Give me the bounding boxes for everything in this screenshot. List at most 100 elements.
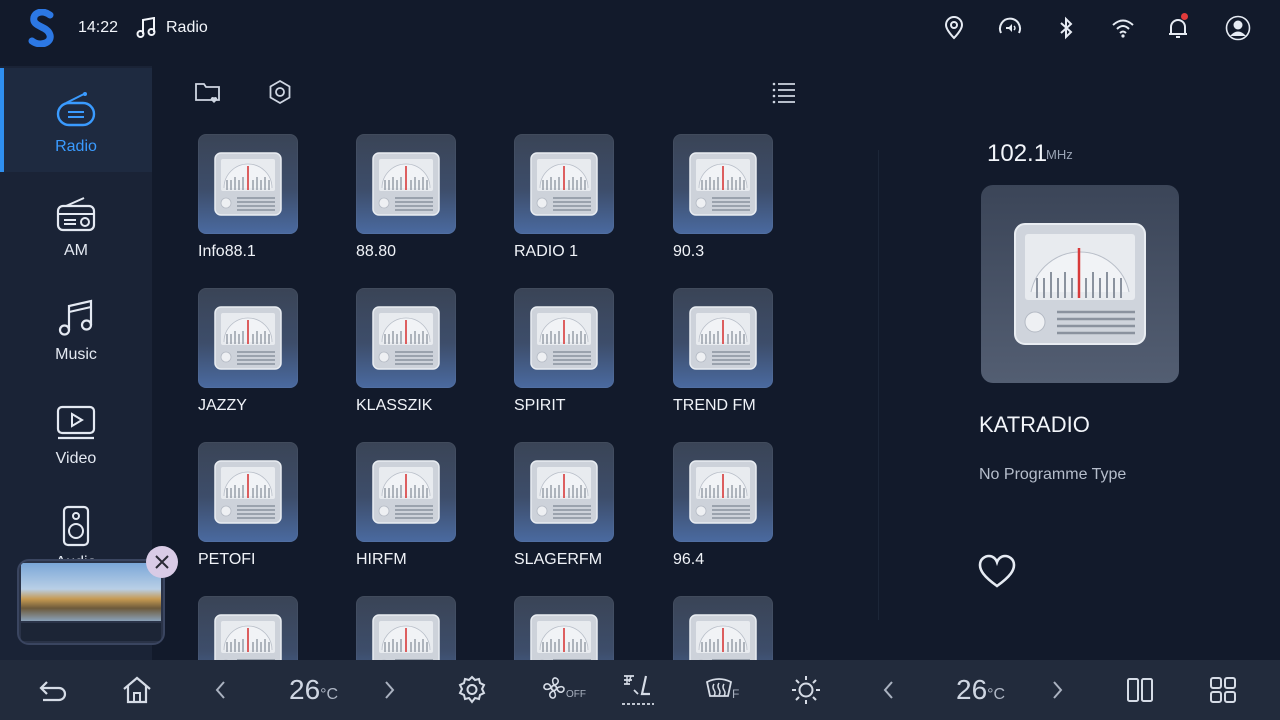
station-artwork [514, 596, 614, 660]
radio-dial-icon [372, 306, 440, 370]
favorite-heart-icon[interactable] [978, 554, 1016, 590]
favorites-folder-icon[interactable] [194, 78, 222, 106]
left-temp-down-chevron-icon[interactable] [211, 678, 231, 702]
sidebar-item-radio[interactable]: Radio [0, 68, 152, 172]
fan-off-button[interactable]: OFF [540, 674, 586, 706]
radio-dial-icon [689, 614, 757, 660]
station-artwork [198, 596, 298, 660]
radio-dial-icon [689, 460, 757, 524]
station-tile[interactable]: 96.4 [673, 442, 777, 569]
right-temp-up-chevron-icon[interactable] [1047, 678, 1067, 702]
bottom-bar: 26°C OFF F 26°C [0, 660, 1280, 720]
fan-icon [543, 677, 565, 699]
station-tile[interactable]: SLAGERFM [514, 442, 618, 569]
station-name: KLASSZIK [356, 397, 433, 414]
right-temp-down-chevron-icon[interactable] [879, 678, 899, 702]
close-icon [155, 555, 169, 569]
preview-thumbnail [21, 563, 161, 621]
app-grid-icon[interactable] [1207, 674, 1239, 706]
sidebar-item-am[interactable]: AM [0, 172, 152, 276]
station-tile[interactable]: SPIRIT [514, 288, 618, 415]
radio-dial-icon [530, 614, 598, 660]
station-name: SLAGERFM [514, 551, 603, 568]
radio-dial-icon [530, 460, 598, 524]
sidebar-item-label: AM [64, 242, 88, 259]
station-name: JAZZY [198, 397, 247, 414]
now-playing-artwork [981, 185, 1179, 383]
radio-dial-icon [214, 306, 282, 370]
frequency-unit: MHz [1046, 147, 1073, 162]
video-icon [56, 405, 96, 440]
station-tile[interactable]: PETOFI [198, 442, 302, 569]
clock: 14:22 [78, 19, 119, 36]
station-tile[interactable]: RADIO 1 [514, 134, 618, 261]
speed-volume-icon[interactable] [997, 15, 1023, 41]
notification-bell-icon[interactable] [1165, 15, 1191, 41]
list-view-icon[interactable] [770, 78, 798, 106]
settings-hexagon-icon[interactable] [266, 78, 294, 106]
radio-dial-icon [214, 152, 282, 216]
radio-dial-icon [372, 460, 440, 524]
station-artwork [356, 596, 456, 660]
home-icon[interactable] [121, 674, 153, 706]
station-name: SPIRIT [514, 397, 566, 414]
radio-dial-icon [689, 306, 757, 370]
programme-type: No Programme Type [979, 466, 1127, 483]
station-name: PETOFI [198, 551, 256, 568]
split-screen-icon[interactable] [1124, 674, 1156, 706]
station-tile[interactable]: HIRFM [356, 442, 460, 569]
preview-dock [21, 623, 161, 641]
defrost-label: F [732, 687, 740, 701]
radio-dial-icon [530, 152, 598, 216]
floating-preview-window[interactable] [17, 559, 165, 645]
sidebar-item-video[interactable]: Video [0, 380, 152, 484]
defrost-icon [705, 678, 733, 697]
notification-badge [1181, 13, 1188, 20]
sidebar-item-music[interactable]: Music [0, 276, 152, 380]
station-tile[interactable]: TREND FM [673, 288, 777, 415]
station-name: Info88.1 [198, 243, 256, 260]
panel-divider [878, 150, 879, 620]
station-tile[interactable]: JAZZY [198, 288, 302, 415]
station-artwork [673, 442, 773, 542]
station-artwork [514, 442, 614, 542]
brightness-sun-icon[interactable] [790, 674, 822, 706]
user-avatar-icon[interactable] [1225, 15, 1251, 41]
settings-gear-icon[interactable] [456, 674, 488, 706]
station-tile[interactable]: KLASSZIK [356, 288, 460, 415]
seat-airflow-icon[interactable] [620, 670, 656, 710]
radio-dial-icon [530, 306, 598, 370]
left-temp-up-chevron-icon[interactable] [379, 678, 399, 702]
radio-dial-icon [214, 460, 282, 524]
station-name: TREND FM [673, 397, 756, 414]
station-tile[interactable] [514, 596, 618, 660]
location-icon[interactable] [941, 15, 967, 41]
sidebar-item-label: Video [55, 450, 97, 467]
now-playing-frequency: 102.1 [987, 140, 1048, 167]
station-tile[interactable]: Info88.1 [198, 134, 302, 261]
back-icon[interactable] [37, 674, 69, 706]
music-note-icon [136, 17, 156, 38]
bluetooth-icon[interactable] [1053, 15, 1079, 41]
close-preview-button[interactable] [146, 546, 178, 578]
station-name: HIRFM [356, 551, 407, 568]
status-bar: 14:22 Radio [0, 0, 1280, 58]
music-icon [58, 299, 93, 336]
station-tile[interactable] [198, 596, 302, 660]
radio-dial-icon [214, 614, 282, 660]
station-name: 96.4 [673, 551, 705, 568]
app-title: Radio [166, 19, 208, 36]
station-tile[interactable] [356, 596, 460, 660]
brand-logo-icon [28, 9, 54, 47]
rear-defrost-button[interactable]: F [704, 674, 744, 706]
speaker-icon [62, 505, 90, 547]
station-artwork [356, 288, 456, 388]
station-tile[interactable]: 90.3 [673, 134, 777, 261]
left-temperature: 26°C [289, 674, 339, 705]
am-radio-icon [56, 197, 96, 232]
station-tile[interactable]: 88.80 [356, 134, 460, 261]
station-artwork [198, 442, 298, 542]
wifi-icon[interactable] [1110, 15, 1136, 41]
right-temperature: 26°C [956, 674, 1006, 705]
station-tile[interactable] [673, 596, 777, 660]
